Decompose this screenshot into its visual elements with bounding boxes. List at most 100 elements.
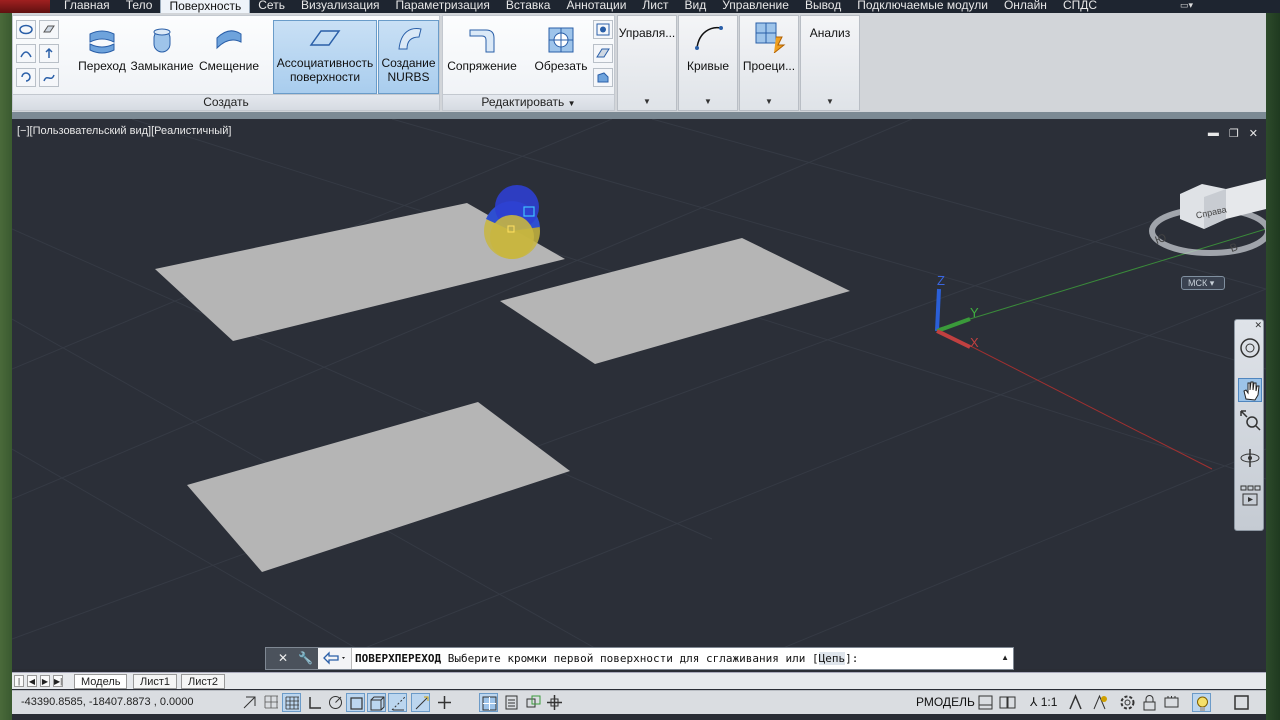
ribbon-tab[interactable]: Управление: [714, 0, 797, 13]
transition-button[interactable]: Переход: [75, 24, 129, 73]
associativity-button[interactable]: Ассоциативность поверхности: [273, 20, 377, 94]
recent-commands-button[interactable]: [318, 648, 352, 669]
3d-osnap-toggle[interactable]: [367, 693, 386, 712]
viewport-controls-label[interactable]: [−][Пользовательский вид][Реалистичный]: [17, 125, 231, 137]
ribbon-tab[interactable]: Сеть: [250, 0, 293, 13]
ribbon-tab[interactable]: Поверхность: [160, 0, 251, 13]
grid-toggle[interactable]: [282, 693, 301, 712]
sweep-surface-button[interactable]: [39, 68, 59, 87]
annotation-visibility-button[interactable]: [1066, 693, 1085, 712]
restore-icon[interactable]: ❐: [1229, 127, 1239, 140]
nurbs-button[interactable]: Создание NURBS: [378, 20, 439, 94]
ribbon-tab[interactable]: СПДС: [1055, 0, 1105, 13]
zoom-button[interactable]: [1238, 408, 1262, 432]
ribbon-tab[interactable]: Главная: [56, 0, 118, 13]
drawing-viewport[interactable]: Z Y X Справа Ю В [−][Пользовательский ви…: [12, 119, 1266, 669]
quick-view-drawings-button[interactable]: [998, 693, 1017, 712]
workspace-switch-button[interactable]: [1118, 693, 1137, 712]
ribbon-tab[interactable]: Вывод: [797, 0, 849, 13]
steering-wheel-button[interactable]: [1238, 336, 1262, 360]
extend-surface-button[interactable]: [593, 44, 613, 63]
ortho-toggle[interactable]: [306, 693, 325, 712]
osnap-toggle[interactable]: [346, 693, 365, 712]
navbar-close-icon[interactable]: ✕: [1254, 320, 1262, 331]
analysis-panel[interactable]: Анализ ▼: [800, 15, 860, 111]
infer-constraints-toggle[interactable]: [240, 693, 259, 712]
auto-scale-button[interactable]: [1090, 693, 1109, 712]
snap-toggle[interactable]: [262, 693, 281, 712]
ribbon-tab[interactable]: Вид: [677, 0, 715, 13]
next-layout-icon[interactable]: ▶: [40, 675, 50, 687]
edit-panel-title[interactable]: Редактировать ▼: [443, 94, 614, 110]
close-icon[interactable]: ✕: [1249, 127, 1258, 140]
command-history-toggle-icon[interactable]: ▲: [1001, 653, 1009, 662]
transparency-toggle[interactable]: [479, 693, 498, 712]
otrack-toggle[interactable]: [388, 693, 407, 712]
clean-screen-button[interactable]: [1232, 693, 1251, 712]
loft-surface-button[interactable]: [16, 44, 36, 63]
polar-icon: [329, 696, 342, 709]
offset-button[interactable]: Смещение: [197, 24, 261, 73]
ribbon-minimize-icon[interactable]: ▭▾: [1180, 0, 1202, 10]
model-space-toggle[interactable]: РМОДЕЛЬ: [916, 695, 975, 709]
hardware-acceleration-button[interactable]: [1162, 693, 1181, 712]
revolve-surface-button[interactable]: [16, 68, 36, 87]
orbit-button[interactable]: [1238, 446, 1262, 470]
quick-properties-toggle[interactable]: [502, 693, 521, 712]
lock-ui-button[interactable]: [1140, 693, 1159, 712]
quick-view-layouts-button[interactable]: [976, 693, 995, 712]
close-command-icon[interactable]: ✕: [278, 651, 288, 665]
command-line-grip[interactable]: ✕ 🔧: [266, 648, 318, 669]
command-option-chain[interactable]: Цепь: [818, 652, 846, 665]
navigation-bar: ✕: [1234, 319, 1264, 531]
viewcube[interactable]: Справа Ю В: [1149, 179, 1266, 256]
trim-label: Обрезать: [534, 59, 588, 73]
dyn-toggle[interactable]: [435, 693, 454, 712]
ribbon-tab[interactable]: Тело: [118, 0, 161, 13]
ribbon-tab[interactable]: Аннотации: [558, 0, 634, 13]
command-line: ✕ 🔧 ПОВЕРХПЕРЕХОД Выберите кромки первой…: [265, 647, 1014, 670]
surface-3[interactable]: [187, 402, 570, 572]
pan-button[interactable]: [1238, 378, 1262, 402]
showmotion-button[interactable]: [1238, 484, 1262, 508]
gizmo-toggle[interactable]: [545, 693, 564, 712]
sculpt-button[interactable]: [593, 68, 613, 87]
tab-sheet2[interactable]: Лист2: [181, 674, 226, 689]
closure-button[interactable]: Замыкание: [129, 24, 195, 73]
untrim-button[interactable]: [593, 20, 613, 39]
application-menu-button[interactable]: [0, 0, 50, 13]
ducs-toggle[interactable]: [411, 693, 430, 712]
ribbon-tab[interactable]: Визуализация: [293, 0, 388, 13]
trim-button[interactable]: Обрезать: [533, 24, 589, 73]
prev-layout-icon[interactable]: ◀: [27, 675, 37, 687]
tab-model[interactable]: Модель: [74, 674, 128, 689]
selection-cycling-toggle[interactable]: [524, 693, 543, 712]
extrude-surface-button[interactable]: [39, 44, 59, 63]
curves-panel[interactable]: Кривые ▼: [678, 15, 738, 111]
control-points-panel[interactable]: Управля... ▼: [617, 15, 677, 111]
projection-panel[interactable]: Проеци... ▼: [739, 15, 799, 111]
gizmo-marker[interactable]: [484, 185, 540, 259]
last-layout-icon[interactable]: ▶|: [53, 675, 63, 687]
extend-surface-icon: [596, 48, 610, 58]
polar-toggle[interactable]: [326, 693, 345, 712]
isolate-objects-button[interactable]: [1192, 693, 1211, 712]
cursor-coordinates[interactable]: -43390.8585, -18407.8873 , 0.0000: [21, 696, 193, 708]
hand-pan-icon: [1243, 381, 1260, 401]
ribbon-tab[interactable]: Онлайн: [996, 0, 1055, 13]
ribbon-tab[interactable]: Параметризация: [388, 0, 498, 13]
customize-wrench-icon[interactable]: 🔧: [298, 651, 313, 665]
planar-surface-button[interactable]: [16, 20, 36, 39]
ucs-menu-button[interactable]: МСК ▾: [1181, 276, 1225, 290]
tab-sheet1[interactable]: Лист1: [133, 674, 178, 689]
fillet-button[interactable]: Сопряжение: [446, 24, 518, 73]
network-surface-button[interactable]: [39, 20, 59, 39]
command-prompt-text[interactable]: ПОВЕРХПЕРЕХОД Выберите кромки первой пов…: [355, 652, 858, 665]
ribbon-tab[interactable]: Лист: [634, 0, 676, 13]
ribbon-tabs: Главная Тело Поверхность Сеть Визуализация Па…: [56, 0, 1105, 13]
annotation-scale[interactable]: ⅄ 1:1: [1030, 695, 1057, 709]
ribbon-tab[interactable]: Вставка: [498, 0, 559, 13]
minimize-icon[interactable]: ▬: [1208, 127, 1219, 140]
first-layout-icon[interactable]: |◀: [14, 675, 24, 697]
ribbon-tab[interactable]: Подключаемые модули: [849, 0, 996, 13]
